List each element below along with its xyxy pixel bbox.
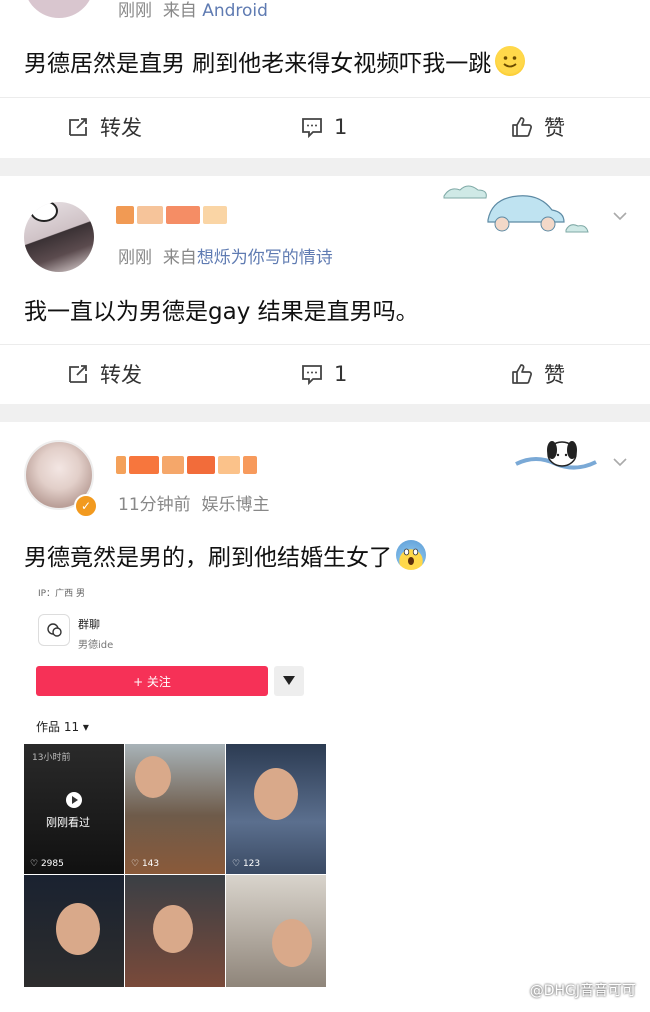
smile-emoji [495,46,526,76]
post-text: 男德竟然是男的，刷到他结婚生女了 [24,538,426,572]
video-tile[interactable]: ♡ 123 [226,744,326,874]
more-dropdown-button[interactable] [274,666,304,696]
repost-label: 转发 [100,363,142,387]
post-time: 刚刚 [118,1,152,21]
chevron-down-icon[interactable] [612,454,628,470]
video-tile[interactable] [24,875,124,987]
username-blurred[interactable] [116,206,227,226]
pochacco-sticker-icon [515,441,597,470]
source-prefix: 来自 [162,1,197,21]
comment-icon [302,118,322,139]
person-face [272,919,312,967]
post-time: 11分钟前 [118,495,191,515]
post-text: 男德居然是直男 刷到他老来得女视频吓我一跳 [24,44,526,78]
tile-time: 13小时前 [32,753,71,763]
thumbs-up-icon [512,364,532,384]
video-grid: 13小时前 刚刚看过 ♡ 2985 ♡ 143 ♡ 123 [24,744,326,987]
like-button[interactable]: 赞 [510,98,565,156]
recently-watched-label: 刚刚看过 [46,816,90,829]
works-count: 作品 11 ▾ [36,720,89,734]
blogger-tag: 娱乐博主 [201,495,270,515]
source-link[interactable]: Android [202,1,268,21]
panda-badge-icon [30,202,58,222]
video-tile[interactable]: ♡ 143 [125,744,225,874]
like-count: ♡ 143 [131,859,160,869]
like-count: ♡ 123 [232,859,261,869]
like-label: 赞 [544,363,565,387]
ip-location: IP：广西 男 [38,589,85,599]
thumbs-up-icon [512,117,532,137]
follow-button[interactable]: + 关注 [36,666,268,696]
car-sticker-icon [443,185,589,233]
chevron-down-icon[interactable] [612,208,628,224]
comment-count: 1 [334,362,348,386]
repost-button[interactable]: 转发 [66,345,142,403]
repost-button[interactable]: 转发 [66,98,142,156]
post-separator [0,158,650,176]
post-text: 我一直以为男德是gay 结果是直男吗。 [24,299,419,325]
group-chat-icon [38,614,70,646]
person-face [135,756,171,798]
source-link[interactable]: 想烁为你写的情诗 [197,248,333,268]
like-label: 赞 [544,116,565,140]
source-prefix: 来自 [162,248,197,268]
post-meta: 刚刚 来自想烁为你写的情诗 [118,243,333,268]
post-time: 刚刚 [118,248,152,268]
username-blurred[interactable] [116,456,257,476]
person-face [254,768,298,820]
like-button[interactable]: 赞 [510,345,565,403]
video-tile[interactable]: 13小时前 刚刚看过 ♡ 2985 [24,744,124,874]
comment-button[interactable]: 1 [300,98,347,156]
group-chat-label: 群聊 [78,618,100,631]
person-face [56,903,100,955]
comment-icon [302,365,322,386]
like-count: ♡ 2985 [30,859,64,869]
verified-badge-icon: ✓ [74,494,98,518]
post-1: 刚刚 来自 Android 男德居然是直男 刷到他老来得女视频吓我一跳 转发 1… [0,0,650,158]
repost-label: 转发 [100,116,142,140]
embedded-profile-image[interactable]: IP：广西 男 群聊 男德ide + 关注 作品 11 ▾ 13小时前 刚刚看过… [24,580,326,990]
profile-handle: 男德ide [78,640,114,651]
comment-count: 1 [334,115,348,139]
play-icon [66,792,82,808]
comment-button[interactable]: 1 [300,345,347,403]
avatar[interactable] [24,202,94,272]
post-separator [0,404,650,422]
action-bar: 转发 1 赞 [0,344,650,403]
action-bar: 转发 1 赞 [0,97,650,156]
share-icon [69,365,87,383]
triangle-down-icon [283,676,295,685]
post-meta: 11分钟前 娱乐博主 [118,490,269,515]
post-meta: 刚刚 来自 Android [118,0,268,21]
video-tile[interactable] [125,875,225,987]
share-icon [69,118,87,136]
post-text-content: 男德居然是直男 刷到他老来得女视频吓我一跳 [24,51,492,77]
person-face [153,905,193,953]
scream-emoji [396,540,426,570]
post-2: 刚刚 来自想烁为你写的情诗 我一直以为男德是gay 结果是直男吗。 转发 1 赞 [0,176,650,404]
watermark: @DHGJ音音可可 [529,983,636,999]
avatar[interactable] [24,0,94,18]
post-text-content: 男德竟然是男的，刷到他结婚生女了 [24,545,392,571]
video-tile[interactable] [226,875,326,987]
